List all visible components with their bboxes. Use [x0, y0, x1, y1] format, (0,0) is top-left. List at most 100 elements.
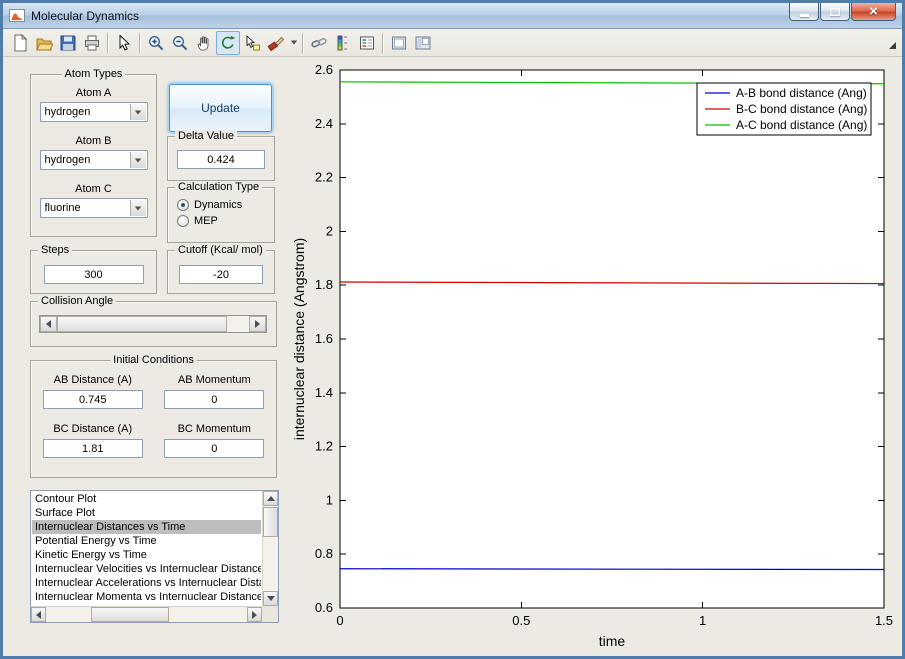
- maximize-button[interactable]: [820, 3, 850, 21]
- svg-text:A-C bond distance (Ang): A-C bond distance (Ang): [736, 118, 867, 132]
- cutoff-field[interactable]: [179, 265, 263, 284]
- app-window: Molecular Dynamics Atom Typ: [0, 0, 905, 659]
- brush-button[interactable]: [264, 31, 288, 55]
- save-figure-button[interactable]: [56, 31, 80, 55]
- scroll-left-button[interactable]: [31, 607, 46, 622]
- hand-icon: [197, 35, 209, 50]
- scrollbar-corner: [262, 606, 278, 622]
- ab-momentum-field[interactable]: [164, 390, 265, 409]
- collision-angle-panel: Collision Angle: [30, 295, 277, 347]
- open-folder-icon: [36, 38, 53, 50]
- slider-left-arrow[interactable]: [40, 316, 57, 332]
- svg-text:1.4: 1.4: [315, 385, 333, 400]
- bc-momentum-label: BC Momentum: [177, 423, 251, 435]
- rotate-3d-button[interactable]: [216, 30, 240, 55]
- atom-a-dropdown[interactable]: hydrogen: [39, 102, 148, 122]
- show-plot-tools-icon: [415, 36, 431, 49]
- toolbar-overflow-arrow-icon[interactable]: [889, 42, 896, 49]
- list-item[interactable]: Kinetic Energy vs Time: [32, 548, 261, 562]
- delta-value-field[interactable]: [177, 150, 265, 169]
- toolbar-separator: [107, 32, 109, 53]
- zoom-in-button[interactable]: [144, 31, 168, 55]
- new-figure-button[interactable]: [8, 31, 32, 55]
- brush-dropdown-button[interactable]: [288, 31, 299, 55]
- insert-legend-button[interactable]: [355, 31, 379, 55]
- atom-b-dropdown[interactable]: hydrogen: [39, 150, 148, 170]
- close-button[interactable]: [851, 3, 896, 21]
- chevron-down-icon[interactable]: [129, 200, 146, 216]
- svg-text:time: time: [599, 633, 626, 649]
- window-title: Molecular Dynamics: [31, 8, 140, 23]
- list-item[interactable]: Internuclear Velocities vs Internuclear …: [32, 562, 261, 576]
- app-icon: [9, 8, 25, 23]
- bc-distance-field[interactable]: [42, 439, 143, 458]
- chevron-down-icon[interactable]: [129, 152, 146, 168]
- steps-title: Steps: [38, 244, 73, 257]
- collision-angle-title: Collision Angle: [38, 295, 117, 308]
- plot-type-list-items: Contour Plot Surface Plot Internuclear Dis…: [32, 492, 261, 605]
- svg-text:2.6: 2.6: [315, 62, 333, 77]
- maximize-icon: [830, 7, 840, 16]
- ab-distance-field[interactable]: [42, 390, 143, 409]
- atom-b-label: Atom B: [75, 135, 112, 147]
- list-item[interactable]: Surface Plot: [32, 506, 261, 520]
- list-item[interactable]: Contour Plot: [32, 492, 261, 506]
- scroll-up-button[interactable]: [263, 491, 278, 506]
- svg-text:1: 1: [699, 613, 706, 628]
- toolbar-separator: [302, 32, 304, 53]
- scroll-down-button[interactable]: [263, 591, 278, 606]
- ab-momentum-label: AB Momentum: [177, 374, 251, 386]
- steps-field[interactable]: [43, 265, 144, 284]
- atom-types-panel: Atom Types Atom A hydrogen Atom B hydrog…: [30, 68, 157, 237]
- list-item[interactable]: Potential Energy vs Time: [32, 534, 261, 548]
- initial-conditions-title: Initial Conditions: [110, 354, 197, 367]
- svg-text:0.8: 0.8: [315, 546, 333, 561]
- vertical-scrollbar[interactable]: [262, 491, 278, 606]
- update-button[interactable]: Update: [169, 84, 272, 132]
- list-item[interactable]: Internuclear Momenta vs Internuclear Dis…: [32, 590, 261, 604]
- chevron-down-icon: [290, 40, 297, 45]
- scroll-right-button[interactable]: [247, 607, 262, 622]
- slider-right-arrow[interactable]: [249, 316, 266, 332]
- open-file-button[interactable]: [32, 31, 56, 55]
- edit-plot-button[interactable]: [112, 31, 136, 55]
- list-item[interactable]: Internuclear Accelerations vs Internucle…: [32, 576, 261, 590]
- arrow-right-icon: [252, 610, 257, 619]
- hide-plot-tools-icon: [392, 36, 406, 49]
- slider-thumb[interactable]: [57, 316, 227, 332]
- hide-plot-tools-button[interactable]: [387, 31, 411, 55]
- bc-distance-label: BC Distance (A): [53, 423, 133, 435]
- edit-plot-arrow-icon: [119, 33, 131, 51]
- radio-button-icon: [177, 215, 189, 227]
- data-cursor-button[interactable]: [240, 31, 264, 55]
- delta-value-panel: Delta Value: [167, 130, 275, 181]
- horizontal-scrollbar-thumb[interactable]: [91, 607, 169, 622]
- toolbar-separator: [139, 32, 141, 53]
- calculation-type-title: Calculation Type: [175, 181, 263, 194]
- slider-track[interactable]: [57, 316, 249, 332]
- insert-colorbar-button[interactable]: [331, 31, 355, 55]
- list-item[interactable]: Internuclear Distances vs Time: [32, 520, 261, 534]
- radio-dynamics[interactable]: Dynamics: [177, 199, 274, 211]
- calculation-type-panel: Calculation Type Dynamics MEP: [167, 181, 275, 243]
- svg-text:2.2: 2.2: [315, 170, 333, 185]
- vertical-scrollbar-thumb[interactable]: [263, 507, 278, 537]
- horizontal-scrollbar[interactable]: [31, 606, 262, 622]
- save-icon: [60, 35, 76, 50]
- plot-area[interactable]: 0 0.5 1 1.5 0.6 0.8 1 1.2 1.4 1.6 1.8 2 2.2 2.4 2.6 tim…: [290, 60, 896, 654]
- atom-c-dropdown[interactable]: fluorine: [39, 198, 148, 218]
- radio-mep-label: MEP: [194, 215, 218, 227]
- minimize-button[interactable]: [789, 3, 819, 21]
- svg-text:1.5: 1.5: [875, 613, 893, 628]
- radio-mep[interactable]: MEP: [177, 215, 274, 227]
- bc-momentum-field[interactable]: [164, 439, 265, 458]
- chevron-down-icon[interactable]: [129, 104, 146, 120]
- figure-toolbar: [3, 29, 902, 57]
- pan-button[interactable]: [192, 31, 216, 55]
- print-figure-button[interactable]: [80, 31, 104, 55]
- zoom-out-button[interactable]: [168, 31, 192, 55]
- atom-types-title: Atom Types: [61, 68, 126, 81]
- collision-angle-slider[interactable]: [39, 315, 267, 333]
- link-plot-button[interactable]: [307, 31, 331, 55]
- show-plot-tools-button[interactable]: [411, 31, 435, 55]
